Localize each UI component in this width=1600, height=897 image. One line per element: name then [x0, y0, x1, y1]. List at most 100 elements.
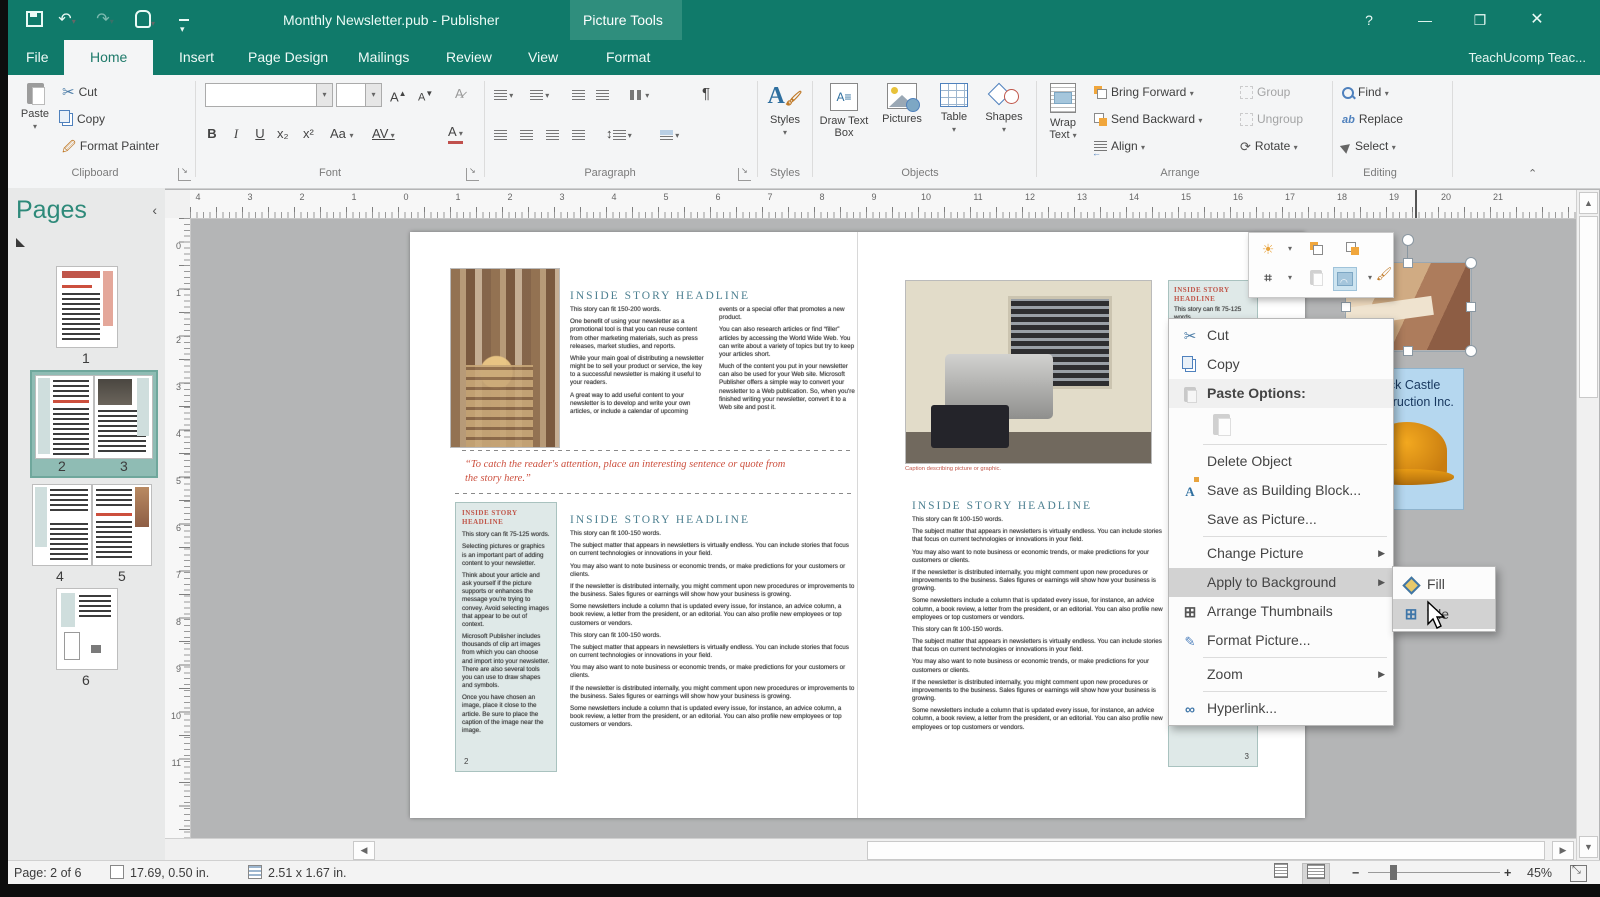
story-b-text[interactable]: This story can fit 100-150 words. The sub…	[570, 530, 856, 792]
font-name-combo[interactable]: ▾	[205, 83, 333, 107]
restore-button[interactable]: ❐	[1463, 6, 1497, 34]
context-menu-item-arrange-thumbnails[interactable]: ⊞ Arrange Thumbnails	[1169, 597, 1393, 626]
story-a-text[interactable]: This story can fit 150-200 words. One ben…	[570, 306, 856, 446]
page-indicator[interactable]: Page: 2 of 6	[14, 861, 81, 885]
find-button[interactable]: Find ▾	[1342, 81, 1389, 103]
bold-button[interactable]: B	[203, 123, 221, 145]
context-menu-item-apply-to-background[interactable]: Apply to Background ▶	[1169, 568, 1393, 597]
scroll-down-button[interactable]: ▼	[1579, 836, 1598, 858]
submenu-item-fill[interactable]: Fill	[1393, 569, 1495, 599]
cut-button[interactable]: ✂ Cut	[62, 81, 97, 103]
align-button[interactable]: Align ▾	[1092, 135, 1145, 164]
collapse-ribbon-button[interactable]: ⌃	[1528, 167, 1537, 180]
handle-left[interactable]	[1341, 302, 1351, 312]
crop-button[interactable]: ⌗	[1257, 267, 1279, 289]
corrections-dropdown[interactable]: ▾	[1279, 238, 1301, 260]
minimize-button[interactable]: —	[1408, 6, 1442, 34]
superscript-button[interactable]: x²	[303, 123, 314, 145]
picture-swap-button[interactable]	[1305, 267, 1327, 289]
rotate-button[interactable]: ⟳ Rotate ▾	[1240, 135, 1298, 157]
photo-caption[interactable]: Caption describing picture or graphic.	[905, 466, 1001, 472]
zoom-percentage[interactable]: 45%	[1527, 861, 1552, 885]
increase-indent-button[interactable]	[596, 83, 609, 105]
sidebar-story-box[interactable]: INSIDE STORY HEADLINE This story can fit…	[455, 502, 557, 772]
books-photo[interactable]	[450, 268, 560, 448]
tab-review[interactable]: Review	[430, 40, 508, 75]
zoom-slider-thumb[interactable]	[1390, 865, 1397, 880]
tab-insert[interactable]: Insert	[163, 40, 230, 75]
context-menu-item-hyperlink[interactable]: ∞ Hyperlink...	[1169, 694, 1393, 723]
wrap-text-button[interactable]: Wrap Text ▾	[1040, 81, 1086, 165]
font-name-dropdown-icon[interactable]: ▾	[316, 84, 332, 106]
select-button[interactable]: Select ▾	[1339, 135, 1396, 157]
styles-button[interactable]: A🖌 Styles ▾	[762, 81, 808, 165]
bring-forward-button[interactable]: Bring Forward ▾	[1094, 81, 1194, 103]
paste-option-row[interactable]	[1169, 408, 1393, 442]
collapse-pages-panel-button[interactable]: ‹	[152, 202, 157, 218]
story-a-headline[interactable]: INSIDE STORY HEADLINE	[570, 290, 750, 302]
handle-top[interactable]	[1403, 258, 1413, 268]
object-position[interactable]: 17.69, 0.50 in.	[110, 861, 209, 885]
align-center-button[interactable]	[520, 123, 533, 145]
justify-button[interactable]	[572, 123, 585, 145]
crop-dropdown[interactable]: ▾	[1279, 267, 1301, 289]
context-menu-item-save-as-picture[interactable]: Save as Picture...	[1169, 505, 1393, 534]
handle-right[interactable]	[1466, 302, 1476, 312]
tab-mailings[interactable]: Mailings	[342, 40, 425, 75]
shrink-font-button[interactable]: A▼	[418, 83, 433, 105]
fit-page-button[interactable]	[1570, 864, 1587, 882]
story-c-text[interactable]: This story can fit 100-150 words. The sub…	[912, 516, 1174, 792]
horizontal-ruler[interactable]: 4 3 2 1 0 1 2 3 4 5 6 7 8 9 10 11 12 13 14 15 16 17 18 19 20 21	[190, 190, 1576, 219]
account-name[interactable]: TeachUcomp Teac...	[1468, 40, 1586, 75]
context-menu-item-copy[interactable]: Copy	[1169, 350, 1393, 379]
underline-button[interactable]: U	[251, 123, 269, 145]
send-backward-button[interactable]: Send Backward ▾	[1094, 108, 1202, 130]
context-menu-item-save-as-building-block[interactable]: A Save as Building Block...	[1169, 476, 1393, 505]
touch-mode-button[interactable]: ▾	[133, 8, 157, 32]
clear-formatting-button[interactable]: A̷	[455, 83, 464, 105]
context-menu-item-paste-options[interactable]: Paste Options:	[1169, 379, 1393, 408]
zoom-out-button[interactable]: −	[1352, 861, 1359, 885]
redo-button[interactable]: ↷▾	[93, 8, 117, 32]
numbering-button[interactable]: ▾	[530, 83, 549, 105]
pull-quote[interactable]: “To catch the reader's attention, place …	[465, 458, 800, 486]
bullets-button[interactable]: ▾	[494, 83, 513, 105]
context-menu-item-zoom[interactable]: Zoom ▶	[1169, 660, 1393, 689]
vertical-ruler[interactable]: 0 1 2 3 4 5 6 7 8 9 10 11	[165, 218, 191, 838]
story-c-headline[interactable]: INSIDE STORY HEADLINE	[912, 500, 1092, 512]
rotation-handle[interactable]	[1402, 234, 1414, 246]
scroll-left-button[interactable]: ◀	[353, 841, 375, 860]
story-b-headline[interactable]: INSIDE STORY HEADLINE	[570, 514, 750, 526]
vertical-scroll-thumb[interactable]	[1579, 216, 1598, 398]
close-button[interactable]: ✕	[1520, 6, 1554, 34]
draw-text-box-button[interactable]: A≡ Draw Text Box	[818, 81, 870, 165]
corrections-button[interactable]: ☀	[1257, 238, 1279, 260]
change-case-button[interactable]: Aa ▾	[330, 123, 354, 145]
font-dialog-launcher[interactable]	[466, 166, 479, 181]
clipboard-dialog-launcher[interactable]	[178, 166, 191, 181]
italic-button[interactable]: I	[227, 123, 245, 145]
handle-bottom-right[interactable]	[1465, 345, 1477, 357]
shapes-button[interactable]: Shapes ▾	[980, 81, 1028, 165]
save-button[interactable]	[22, 8, 46, 32]
character-spacing-button[interactable]: AV ▾	[372, 123, 395, 145]
context-menu-item-delete-object[interactable]: Delete Object	[1169, 447, 1393, 476]
tab-page-design[interactable]: Page Design	[232, 40, 344, 75]
two-page-view-button[interactable]	[1302, 863, 1330, 885]
help-button[interactable]: ?	[1352, 6, 1386, 34]
group-button[interactable]: Group	[1240, 81, 1290, 103]
handle-bottom[interactable]	[1403, 346, 1413, 356]
format-painter-button[interactable]: 🖉 Format Painter	[62, 135, 159, 157]
font-size-combo[interactable]: ▾	[336, 83, 382, 107]
context-menu-item-format-picture[interactable]: ✎ Format Picture...	[1169, 626, 1393, 655]
align-right-button[interactable]	[546, 123, 559, 145]
format-painter-brush[interactable]: 🖌	[1373, 263, 1395, 285]
tab-view[interactable]: View	[512, 40, 574, 75]
tab-format[interactable]: Format	[590, 40, 666, 75]
tab-file[interactable]: File	[10, 40, 65, 75]
subscript-button[interactable]: x₂	[277, 123, 289, 145]
zoom-in-button[interactable]: +	[1504, 861, 1511, 885]
font-size-dropdown-icon[interactable]: ▾	[365, 84, 381, 106]
mini-wrap-text-button[interactable]	[1333, 267, 1357, 293]
single-page-view-button[interactable]	[1268, 863, 1294, 883]
